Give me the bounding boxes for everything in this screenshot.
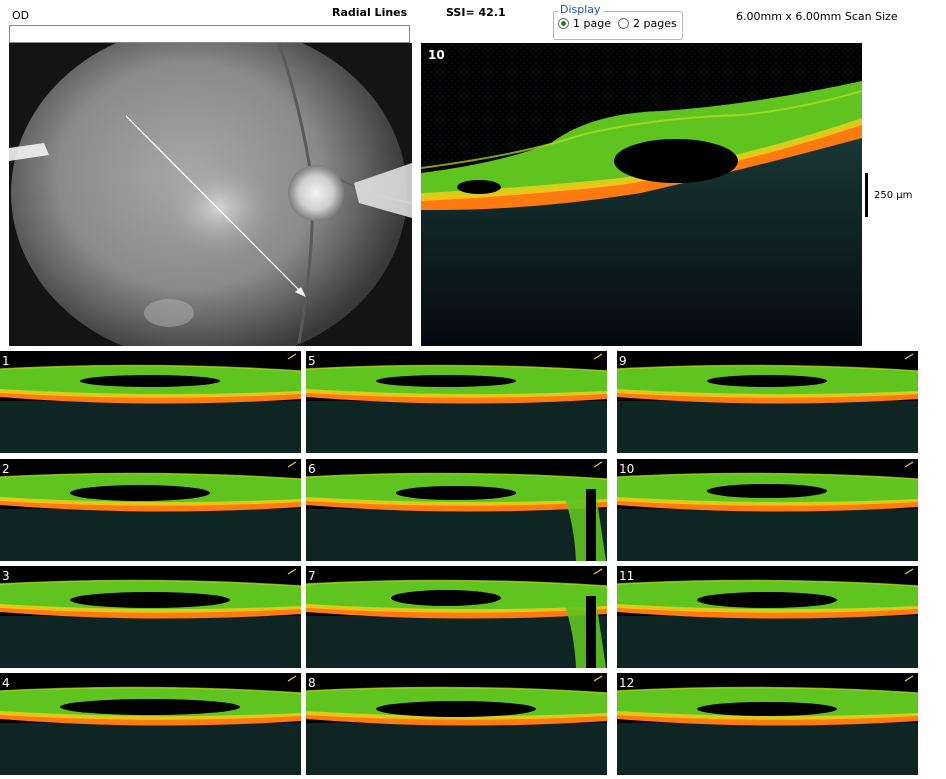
display-legend: Display [558, 3, 603, 16]
fundus-image [9, 23, 413, 363]
bscan-thumbnail-9[interactable]: 9 [617, 351, 918, 453]
bscan-thumbnail-6[interactable]: 6 [306, 459, 607, 561]
scan-type-label: Radial Lines [332, 6, 408, 19]
bscan-thumbnail-5[interactable]: 5 [306, 351, 607, 453]
thumbnail-number: 9 [619, 354, 627, 368]
bscan-thumbnail-2[interactable]: 2 [0, 459, 301, 561]
eye-label: OD [12, 9, 30, 22]
display-option-label: 2 pages [633, 17, 677, 30]
display-option-1-page[interactable]: 1 page [558, 17, 611, 30]
bscan-thumbnail-4[interactable]: 4 [0, 673, 301, 775]
bscan-thumbnail-3[interactable]: 3 [0, 566, 301, 668]
thumbnail-number: 7 [308, 569, 316, 583]
thumbnail-number: 4 [2, 676, 10, 690]
main-scan-number: 10 [428, 48, 445, 62]
thumbnail-number: 5 [308, 354, 316, 368]
scale-bar-label: 250 µm [874, 190, 913, 201]
display-option-2-pages[interactable]: 2 pages [618, 17, 677, 30]
fundus-caption-field [9, 25, 410, 43]
bscan-thumbnail-10[interactable]: 10 [617, 459, 918, 561]
radio-unselected-icon[interactable] [618, 18, 629, 29]
bscan-thumbnail-1[interactable]: 1 [0, 351, 301, 453]
thumbnail-number: 11 [619, 569, 635, 583]
thumbnail-number: 2 [2, 462, 10, 476]
display-option-label: 1 page [573, 17, 611, 30]
thumbnail-number: 8 [308, 676, 316, 690]
ssi-label: SSI= 42.1 [446, 6, 506, 19]
radio-selected-icon[interactable] [558, 18, 569, 29]
scan-size-label: 6.00mm x 6.00mm Scan Size [736, 10, 898, 23]
scale-bar [865, 173, 868, 217]
bscan-thumbnail-11[interactable]: 11 [617, 566, 918, 668]
thumbnail-number: 3 [2, 569, 10, 583]
thumbnail-number: 10 [619, 462, 635, 476]
bscan-thumbnail-12[interactable]: 12 [617, 673, 918, 775]
thumbnail-number: 1 [2, 354, 10, 368]
thumbnail-number: 12 [619, 676, 635, 690]
bscan-thumbnail-8[interactable]: 8 [306, 673, 607, 775]
thumbnail-number: 6 [308, 462, 316, 476]
bscan-thumbnail-7[interactable]: 7 [306, 566, 607, 668]
main-bscan-image [420, 43, 863, 346]
